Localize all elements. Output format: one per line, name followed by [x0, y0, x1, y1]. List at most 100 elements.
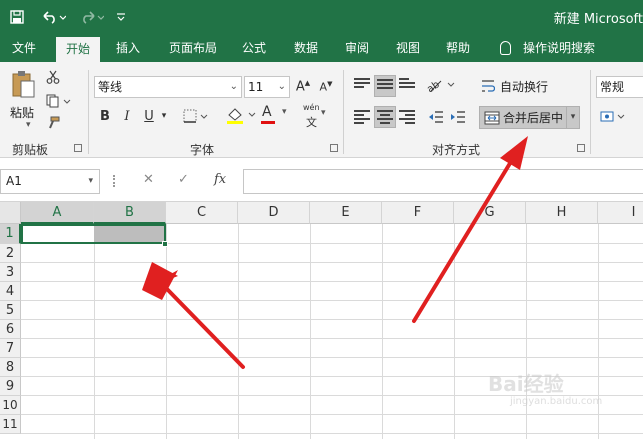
- row-header-4[interactable]: 4: [0, 282, 21, 301]
- merge-center-button[interactable]: 合并后居中 ▾: [479, 106, 580, 129]
- formula-bar: A1 ▾ ✕ ✓ fx: [0, 158, 643, 202]
- column-header-g[interactable]: G: [454, 202, 526, 224]
- decrease-font-icon[interactable]: A▼: [316, 77, 336, 97]
- orientation-icon[interactable]: ab: [426, 75, 458, 95]
- accounting-format-icon[interactable]: [598, 106, 632, 128]
- save-icon[interactable]: [8, 7, 26, 27]
- row-header-6[interactable]: 6: [0, 320, 21, 339]
- format-painter-icon[interactable]: [44, 114, 62, 132]
- column-header-f[interactable]: F: [382, 202, 454, 224]
- font-color-swatch: [261, 121, 275, 124]
- gridline: [21, 300, 643, 301]
- gridline: [21, 357, 643, 358]
- row-header-5[interactable]: 5: [0, 301, 21, 320]
- tab-home[interactable]: 开始: [56, 37, 100, 62]
- redo-icon[interactable]: [78, 7, 106, 27]
- chevron-down-icon: ⌄: [277, 81, 286, 92]
- column-header-b[interactable]: B: [94, 202, 166, 224]
- wrap-text-label: 自动换行: [500, 79, 549, 94]
- column-header-d[interactable]: D: [238, 202, 310, 224]
- row-header-9[interactable]: 9: [0, 377, 21, 396]
- gridline: [21, 414, 643, 415]
- clipboard-group-label: 剪贴板: [12, 143, 49, 157]
- paste-dropdown-icon[interactable]: ▾: [26, 120, 31, 130]
- tell-me-label: 操作说明搜索: [523, 41, 596, 55]
- tab-review[interactable]: 审阅: [337, 34, 377, 62]
- font-name-select[interactable]: 等线 ⌄: [94, 76, 242, 98]
- align-center-icon[interactable]: [374, 106, 396, 128]
- column-header-i[interactable]: I: [598, 202, 643, 224]
- lightbulb-icon: [500, 41, 511, 55]
- bold-button[interactable]: B: [96, 106, 114, 126]
- name-box[interactable]: A1 ▾: [0, 169, 100, 194]
- divider: [590, 70, 591, 154]
- select-all-corner[interactable]: [0, 202, 21, 224]
- row-header-10[interactable]: 10: [0, 396, 21, 415]
- align-middle-icon[interactable]: [374, 75, 396, 97]
- tab-help[interactable]: 帮助: [438, 34, 478, 62]
- cut-icon[interactable]: [44, 68, 62, 86]
- tell-me-search[interactable]: 操作说明搜索: [500, 34, 595, 62]
- selection-range-a1-b1[interactable]: [21, 224, 166, 244]
- cancel-icon[interactable]: ✕: [143, 172, 154, 187]
- column-header-a[interactable]: A: [21, 202, 94, 224]
- font-size-value: 11: [248, 80, 264, 94]
- align-left-icon[interactable]: [352, 106, 372, 128]
- row-header-2[interactable]: 2: [0, 244, 21, 263]
- underline-dropdown-icon[interactable]: ▾: [158, 106, 170, 126]
- column-header-e[interactable]: E: [310, 202, 382, 224]
- insert-function-icon[interactable]: fx: [214, 172, 226, 187]
- column-header-c[interactable]: C: [166, 202, 238, 224]
- resize-handle[interactable]: [113, 175, 116, 187]
- underline-button[interactable]: U: [140, 106, 158, 126]
- gridline: [238, 224, 239, 439]
- decrease-indent-icon[interactable]: [426, 106, 446, 128]
- gridline: [310, 224, 311, 439]
- wrap-text-button[interactable]: 自动换行: [481, 76, 548, 96]
- enter-icon[interactable]: ✓: [178, 172, 189, 187]
- tab-formulas[interactable]: 公式: [234, 34, 274, 62]
- column-header-h[interactable]: H: [526, 202, 598, 224]
- watermark-logo: Bai经验: [488, 372, 564, 396]
- clipboard-launcher-icon[interactable]: [74, 144, 82, 152]
- paste-label[interactable]: 粘贴: [10, 104, 34, 121]
- fill-handle[interactable]: [162, 241, 168, 247]
- gridline: [166, 224, 167, 439]
- row-header-11[interactable]: 11: [0, 415, 21, 434]
- tab-page-layout[interactable]: 页面布局: [160, 34, 226, 62]
- paste-icon[interactable]: [8, 68, 38, 100]
- number-format-select[interactable]: 常规: [596, 76, 643, 98]
- phonetic-guide-icon[interactable]: wén 文 ▾: [302, 103, 330, 129]
- title-bar: 新建 Microsoft: [0, 0, 643, 34]
- tab-insert[interactable]: 插入: [108, 34, 148, 62]
- chevron-down-icon: ⌄: [229, 81, 238, 92]
- increase-indent-icon[interactable]: [448, 106, 468, 128]
- align-right-icon[interactable]: [397, 106, 417, 128]
- italic-button[interactable]: I: [118, 106, 136, 126]
- undo-icon[interactable]: [40, 7, 68, 27]
- copy-icon[interactable]: [44, 92, 74, 110]
- row-header-8[interactable]: 8: [0, 358, 21, 377]
- row-header-3[interactable]: 3: [0, 263, 21, 282]
- align-bottom-icon[interactable]: [397, 75, 417, 95]
- increase-font-icon[interactable]: A▲: [293, 77, 313, 97]
- merge-dropdown-icon[interactable]: ▾: [566, 107, 579, 128]
- customize-quick-access-icon[interactable]: [114, 7, 128, 27]
- align-top-icon[interactable]: [352, 75, 372, 95]
- formula-input[interactable]: [243, 169, 643, 194]
- font-launcher-icon[interactable]: [330, 144, 338, 152]
- window-title: 新建 Microsoft: [553, 12, 643, 27]
- gridline: [382, 224, 383, 439]
- borders-icon[interactable]: [182, 106, 210, 126]
- row-header-1[interactable]: 1: [0, 224, 21, 244]
- tab-view[interactable]: 视图: [388, 34, 428, 62]
- tab-file[interactable]: 文件: [4, 34, 44, 62]
- name-box-value: A1: [6, 174, 22, 188]
- tab-data[interactable]: 数据: [286, 34, 326, 62]
- divider: [343, 70, 344, 154]
- fill-color-icon[interactable]: [224, 104, 258, 126]
- font-size-select[interactable]: 11 ⌄: [244, 76, 290, 98]
- font-color-icon[interactable]: A ▾: [260, 104, 294, 126]
- row-header-7[interactable]: 7: [0, 339, 21, 358]
- alignment-launcher-icon[interactable]: [577, 144, 585, 152]
